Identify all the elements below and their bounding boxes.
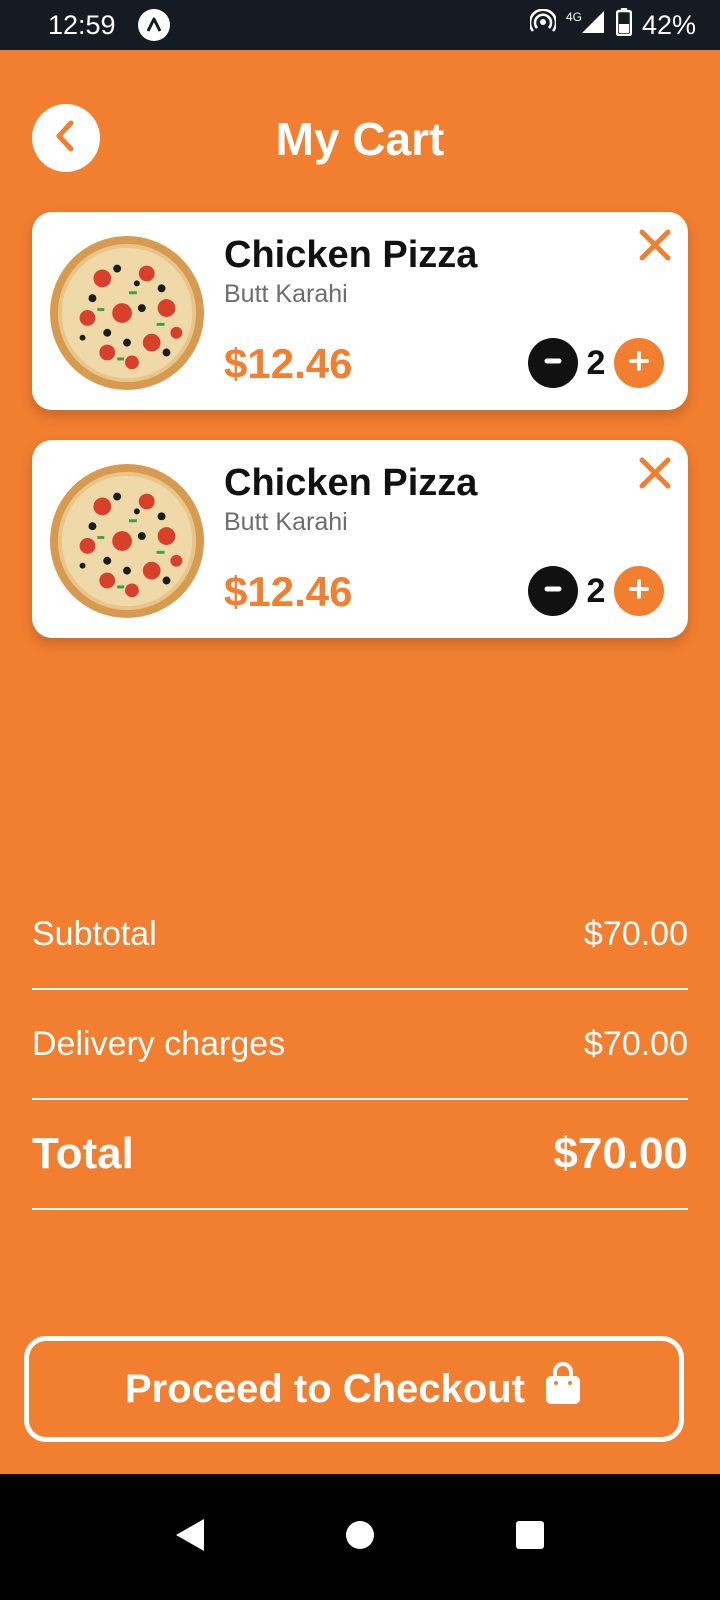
quantity-value: 2	[586, 571, 606, 610]
shopping-bag-icon	[543, 1362, 583, 1416]
increase-quantity-button[interactable]	[614, 338, 664, 388]
checkout-label: Proceed to Checkout	[124, 1366, 526, 1411]
total-row: Total $70.00	[32, 1100, 688, 1210]
recents-square-icon	[515, 1520, 545, 1555]
cart-list: Chicken Pizza Butt Karahi $12.46 2 Chick…	[32, 212, 688, 668]
close-icon	[636, 457, 674, 496]
quantity-stepper: 2	[528, 566, 664, 616]
nav-recents-button[interactable]	[500, 1507, 560, 1567]
delivery-row: Delivery charges $70.00	[32, 990, 688, 1100]
remove-item-button[interactable]	[636, 454, 674, 492]
close-icon	[636, 229, 674, 268]
app-notification-icon	[137, 9, 170, 41]
page-title: My Cart	[275, 113, 445, 165]
item-vendor: Butt Karahi	[224, 508, 348, 536]
minus-icon	[542, 578, 564, 605]
pizza-image	[49, 235, 205, 391]
subtotal-label: Subtotal	[32, 914, 157, 953]
order-summary: Subtotal $70.00 Delivery charges $70.00 …	[32, 880, 688, 1210]
total-value: $70.00	[553, 1129, 688, 1178]
pizza-image	[49, 463, 205, 619]
item-vendor: Butt Karahi	[224, 280, 348, 308]
total-label: Total	[32, 1129, 134, 1178]
decrease-quantity-button[interactable]	[528, 566, 578, 616]
battery-percent: 42%	[641, 9, 696, 40]
network-type: 4G	[565, 10, 582, 24]
status-time: 12:59	[48, 9, 116, 40]
delivery-value: $70.00	[584, 1024, 688, 1063]
item-price: $12.46	[224, 340, 353, 387]
plus-icon	[627, 349, 651, 378]
quantity-stepper: 2	[528, 338, 664, 388]
item-name: Chicken Pizza	[224, 234, 478, 276]
quantity-value: 2	[586, 343, 606, 382]
nav-back-button[interactable]	[160, 1507, 220, 1567]
item-price: $12.46	[224, 568, 353, 615]
plus-icon	[627, 577, 651, 606]
cart-item: Chicken Pizza Butt Karahi $12.46 2	[32, 440, 688, 638]
home-circle-icon	[345, 1520, 375, 1555]
subtotal-row: Subtotal $70.00	[32, 880, 688, 990]
minus-icon	[542, 350, 564, 377]
checkout-button[interactable]: Proceed to Checkout	[24, 1336, 684, 1442]
nav-home-button[interactable]	[330, 1507, 390, 1567]
item-name: Chicken Pizza	[224, 462, 478, 504]
signal-icon	[580, 9, 606, 42]
subtotal-value: $70.00	[584, 914, 688, 953]
status-bar: 12:59 4G 42%	[0, 0, 720, 50]
decrease-quantity-button[interactable]	[528, 338, 578, 388]
system-nav-bar	[0, 1474, 720, 1600]
status-icons: 4G 42%	[528, 7, 696, 43]
battery-icon	[615, 7, 633, 43]
delivery-label: Delivery charges	[32, 1024, 286, 1063]
remove-item-button[interactable]	[636, 226, 674, 264]
increase-quantity-button[interactable]	[614, 566, 664, 616]
triangle-back-icon	[174, 1517, 206, 1558]
cart-item: Chicken Pizza Butt Karahi $12.46 2	[32, 212, 688, 410]
hotspot-icon	[528, 7, 558, 42]
